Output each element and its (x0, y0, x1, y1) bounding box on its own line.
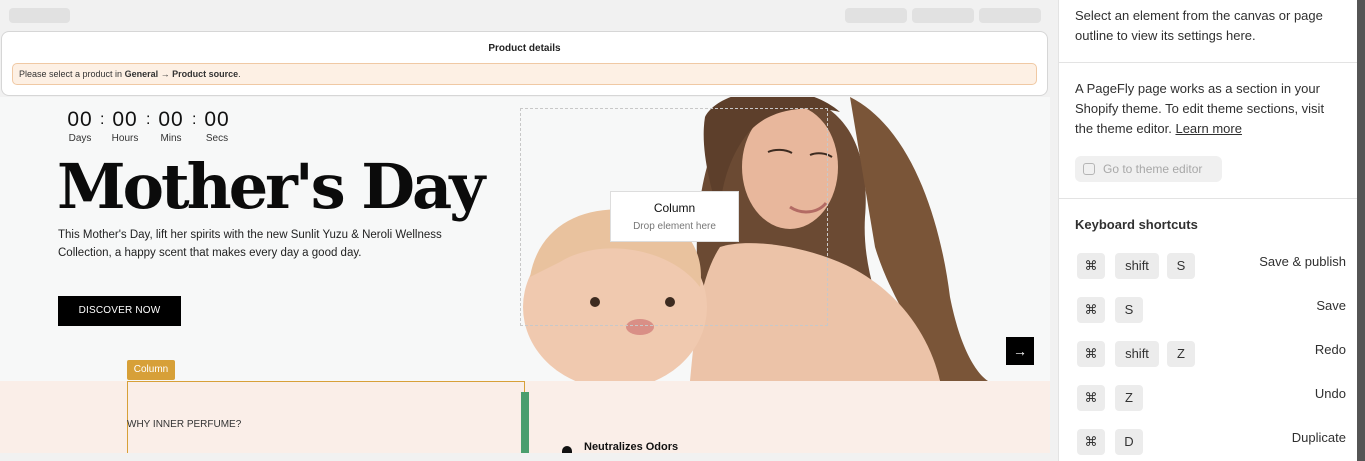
keyboard-shortcuts-title: Keyboard shortcuts (1075, 217, 1198, 232)
countdown-secs-value: 00 (204, 108, 230, 131)
warning-text: Please select a product in (19, 69, 125, 79)
canvas-bottom-edge (0, 453, 1050, 461)
toolbar-skeleton-2 (912, 8, 974, 23)
shortcut-key-cmd: ⌘ (1077, 385, 1105, 411)
shortcut-key-cmd: ⌘ (1077, 341, 1105, 367)
shortcut-key-z: Z (1115, 385, 1143, 411)
countdown-days: 00 Days (64, 108, 96, 145)
column-placeholder-subtitle: Drop element here (633, 221, 716, 232)
settings-sidebar: Select an element from the canvas or pag… (1058, 0, 1358, 461)
warning-suffix: . (238, 69, 241, 79)
shortcut-key-cmd: ⌘ (1077, 429, 1105, 455)
theme-editor-label: Go to theme editor (1103, 162, 1203, 176)
shortcut-key-shift: shift (1115, 253, 1159, 279)
column-placeholder[interactable]: Column Drop element here (610, 191, 739, 242)
page-scrollbar[interactable] (1357, 0, 1365, 461)
column-placeholder-title: Column (653, 201, 696, 215)
product-details-title: Product details (488, 43, 561, 54)
sidebar-divider (1059, 198, 1358, 199)
countdown-mins-value: 00 (158, 108, 184, 131)
sidebar-intro-text: Select an element from the canvas or pag… (1075, 8, 1323, 43)
shortcut-key-s: S (1115, 297, 1143, 323)
column-selection-tag[interactable]: Column (127, 360, 175, 380)
hero-heading[interactable]: Mother's Day (57, 147, 485, 227)
shortcut-label-save-publish: Save & publish (1259, 254, 1346, 269)
shortcut-key-s: S (1167, 253, 1195, 279)
editor-canvas: Product details Please select a product … (0, 0, 1050, 461)
why-heading[interactable]: WHY INNER PERFUME? (127, 419, 241, 430)
feature-neutralizes-odors[interactable]: Neutralizes Odors (584, 441, 678, 453)
shortcut-label-undo: Undo (1314, 386, 1346, 401)
hero-paragraph[interactable]: This Mother's Day, lift her spirits with… (58, 227, 468, 262)
shortcut-label-duplicate: Duplicate (1291, 430, 1346, 445)
shortcut-key-cmd: ⌘ (1077, 297, 1105, 323)
countdown-days-label: Days (68, 133, 92, 144)
theme-editor-icon (1083, 163, 1095, 175)
shortcut-key-z: Z (1167, 341, 1195, 367)
warning-path: General → Product source (124, 69, 239, 79)
next-slide-arrow-icon[interactable]: → (1006, 337, 1034, 365)
shortcut-key-d: D (1115, 429, 1143, 455)
countdown-hours-value: 00 (112, 108, 138, 131)
discover-now-button[interactable]: DISCOVER NOW (58, 296, 181, 326)
countdown-separator: : (192, 111, 197, 128)
countdown-days-value: 00 (67, 108, 93, 131)
shortcut-key-shift: shift (1115, 341, 1159, 367)
countdown-secs-label: Secs (205, 133, 229, 144)
column-resize-handle[interactable] (521, 392, 529, 453)
product-source-warning: Please select a product in General → Pro… (12, 63, 1037, 85)
learn-more-link[interactable]: Learn more (1175, 121, 1241, 136)
shortcut-label-redo: Redo (1314, 342, 1346, 357)
countdown-separator: : (146, 111, 151, 128)
toolbar-skeleton-left (9, 8, 70, 23)
countdown-hours-label: Hours (111, 133, 139, 144)
countdown-secs: 00 Secs (201, 108, 233, 145)
shortcut-key-cmd: ⌘ (1077, 253, 1105, 279)
panel-gutter (1050, 0, 1058, 461)
theme-info-text: A PageFly page works as a section in you… (1075, 79, 1345, 139)
shortcut-label-save: Save (1316, 298, 1346, 313)
countdown-hours: 00 Hours (108, 108, 142, 145)
toolbar-skeleton-1 (845, 8, 907, 23)
countdown-separator: : (100, 111, 105, 128)
countdown-mins-label: Mins (160, 133, 182, 144)
toolbar-skeleton-3 (979, 8, 1041, 23)
product-details-card[interactable]: Product details Please select a product … (1, 31, 1048, 96)
sidebar-divider (1059, 62, 1358, 63)
go-to-theme-editor-button[interactable]: Go to theme editor (1075, 156, 1222, 182)
countdown-mins: 00 Mins (155, 108, 187, 145)
